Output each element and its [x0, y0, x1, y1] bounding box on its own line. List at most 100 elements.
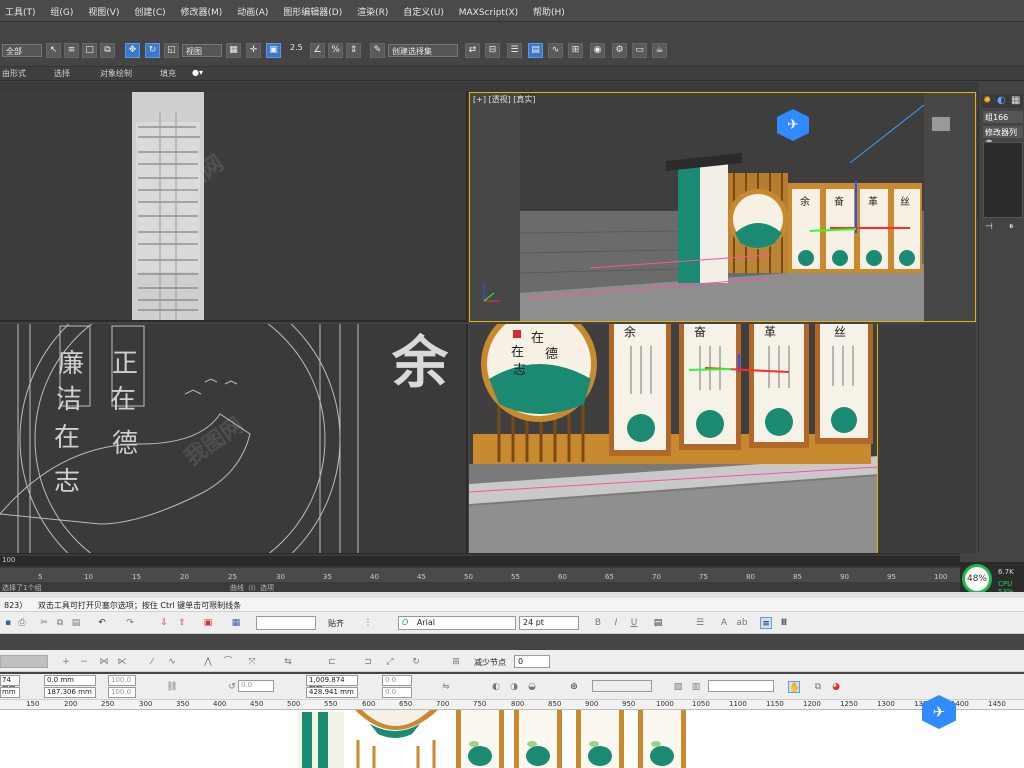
ribbon-tab-object-paint[interactable]: 对象绘制	[100, 68, 132, 79]
menu-graph-editors[interactable]: 图形编辑器(D)	[278, 0, 349, 18]
viewport-bottom-right[interactable]: 在在德志 余奋革丝	[469, 324, 878, 553]
select-tool-icon[interactable]: ⊛	[568, 681, 580, 693]
extract-subpath-icon[interactable]: ⊐	[362, 656, 374, 668]
extend-curve-icon[interactable]: ⊏	[326, 656, 338, 668]
viewport-top-left[interactable]: 我图网	[0, 92, 468, 322]
copy-icon[interactable]: ⧉	[54, 617, 66, 629]
options-icon[interactable]: ⋮	[362, 617, 374, 629]
menu-create[interactable]: 创建(C)	[129, 0, 172, 18]
percent-snap-icon[interactable]: %	[328, 43, 343, 58]
menu-group[interactable]: 组(G)	[45, 0, 80, 18]
text-properties-icon[interactable]: A	[718, 617, 730, 629]
named-selection-dropdown[interactable]: 创建选择集	[388, 44, 458, 57]
export-icon[interactable]: ⇧	[176, 617, 188, 629]
stroke-width-dropdown[interactable]	[592, 680, 652, 692]
rect-selection-icon[interactable]: □	[82, 43, 97, 58]
menu-customize[interactable]: 自定义(U)	[398, 0, 451, 18]
modifier-stack[interactable]	[983, 142, 1023, 218]
redo-icon[interactable]: ↷	[124, 617, 136, 629]
window-crossing-icon[interactable]: ⧉	[100, 43, 115, 58]
curve-editor-icon[interactable]: ∿	[548, 43, 563, 58]
join-nodes-icon[interactable]: ⋈	[98, 656, 110, 668]
angle-snap-icon[interactable]: ∠	[310, 43, 325, 58]
contour-icon[interactable]: ◒	[526, 681, 538, 693]
reverse-direction-icon[interactable]: ⇆	[282, 656, 294, 668]
menu-tools[interactable]: 工具(T)	[0, 0, 43, 18]
show-end-result-icon[interactable]: ⏸	[1009, 222, 1014, 232]
offset-x-input[interactable]: 0.0	[382, 675, 412, 686]
selection-mode-dropdown[interactable]	[0, 655, 48, 668]
reduce-nodes-input[interactable]: 0	[514, 655, 550, 668]
menu-modifiers[interactable]: 修改器(M)	[176, 0, 230, 18]
align-nodes-icon[interactable]: ⊞	[450, 656, 462, 668]
rotation-icon[interactable]: ↺	[226, 681, 238, 693]
cut-icon[interactable]: ✂	[38, 617, 50, 629]
rotate-icon[interactable]: ↻	[145, 43, 160, 58]
move-icon[interactable]: ✥	[125, 43, 140, 58]
envelope-icon[interactable]: ◐	[490, 681, 502, 693]
x-position-input[interactable]: 74 mm	[0, 675, 20, 692]
y-position-input[interactable]: mm	[0, 687, 20, 698]
edit-named-selection-icon[interactable]: ✎	[370, 43, 385, 58]
select-by-name-icon[interactable]: ≡	[64, 43, 79, 58]
to-line-icon[interactable]: ⁄	[146, 656, 158, 668]
cusp-node-icon[interactable]: ⋀	[202, 656, 214, 668]
modify-tab-icon[interactable]: ◐	[997, 95, 1006, 106]
viewport-label[interactable]: [+] [透视] [真实]	[473, 94, 536, 105]
rotation-angle-input[interactable]: 0.0	[238, 680, 274, 692]
height-input[interactable]: 187.306 mm	[44, 687, 96, 698]
app-launcher-icon[interactable]: ▦	[230, 617, 242, 629]
viewport-bottom-left[interactable]: 廉洁 正在 在德 志 余 我图网	[0, 324, 468, 553]
object-height-input[interactable]: 428.941 mm	[306, 687, 358, 698]
print-icon[interactable]: ⎙	[16, 617, 28, 629]
render-setup-icon[interactable]: ⚙	[612, 43, 627, 58]
to-curve-icon[interactable]: ∿	[166, 656, 178, 668]
publish-pdf-icon[interactable]: ▣	[202, 617, 214, 629]
material-editor-icon[interactable]: ◉	[590, 43, 605, 58]
menu-help[interactable]: 帮助(H)	[528, 0, 572, 18]
ribbon-tab-selection[interactable]: 选择	[54, 68, 70, 79]
stretch-nodes-icon[interactable]: ⤢	[384, 656, 396, 668]
menu-views[interactable]: 视图(V)	[83, 0, 126, 18]
bullet-list-icon[interactable]: ☰	[694, 617, 706, 629]
outline-icon[interactable]: ▥	[690, 681, 702, 693]
edit-text-icon[interactable]: ab	[736, 617, 748, 629]
offset-y-input[interactable]: 0.0	[382, 687, 412, 698]
spinner-snap-icon[interactable]: ⇕	[346, 43, 361, 58]
ribbon-tab-freeform[interactable]: 由形式	[2, 68, 26, 79]
scale-y-input[interactable]: 100.0	[108, 687, 136, 698]
modifier-list-dropdown[interactable]: 修改器列表	[983, 126, 1023, 148]
ribbon-expand-icon[interactable]: ●▾	[192, 68, 203, 77]
snap-to-dropdown[interactable]: 贴齐	[328, 618, 344, 629]
ribbon-tab-populate[interactable]: 填充	[160, 68, 176, 79]
italic-icon[interactable]: I	[610, 617, 622, 629]
import-icon[interactable]: ⇩	[158, 617, 170, 629]
font-list-dropdown[interactable]: O Arial	[398, 616, 516, 630]
add-node-icon[interactable]: +	[60, 656, 72, 668]
menu-maxscript[interactable]: MAXScript(X)	[454, 3, 525, 18]
render-frame-icon[interactable]: ▭	[632, 43, 647, 58]
hand-tool-icon[interactable]: ✋	[788, 681, 800, 693]
save-icon[interactable]: ▪	[2, 617, 14, 629]
create-tab-icon[interactable]: ✹	[983, 95, 991, 106]
underline-icon[interactable]: U	[628, 617, 640, 629]
delete-node-icon[interactable]: −	[78, 656, 90, 668]
render-icon[interactable]: ☕	[652, 43, 667, 58]
width-input[interactable]: 0.0 mm	[44, 675, 96, 686]
symmetrical-node-icon[interactable]: ⤧	[246, 656, 258, 668]
select-object-icon[interactable]: ↖	[46, 43, 61, 58]
text-align-icon[interactable]: ▤	[652, 617, 664, 629]
time-slider[interactable]: 100	[0, 556, 960, 566]
scale-x-input[interactable]: 100.0	[108, 675, 136, 686]
viewport-perspective[interactable]: [+] [透视] [真实] 余 奋 革 丝 ✈	[469, 92, 976, 322]
paste-icon[interactable]: ▤	[70, 617, 82, 629]
break-curve-icon[interactable]: ⋉	[116, 656, 128, 668]
menu-rendering[interactable]: 渲染(R)	[352, 0, 395, 18]
pivot-icon[interactable]: ▦	[226, 43, 241, 58]
vertical-text-icon[interactable]: Ⅲ	[778, 617, 790, 629]
horizontal-ruler[interactable]: 150 200 250 300 350 400 450 500 550 600 …	[0, 700, 1024, 710]
keyboard-shortcut-icon[interactable]: ▣	[266, 43, 281, 58]
lock-ratio-icon[interactable]: ⛓	[166, 681, 178, 693]
horizontal-text-icon[interactable]: ≡	[760, 617, 772, 629]
menu-animation[interactable]: 动画(A)	[232, 0, 275, 18]
